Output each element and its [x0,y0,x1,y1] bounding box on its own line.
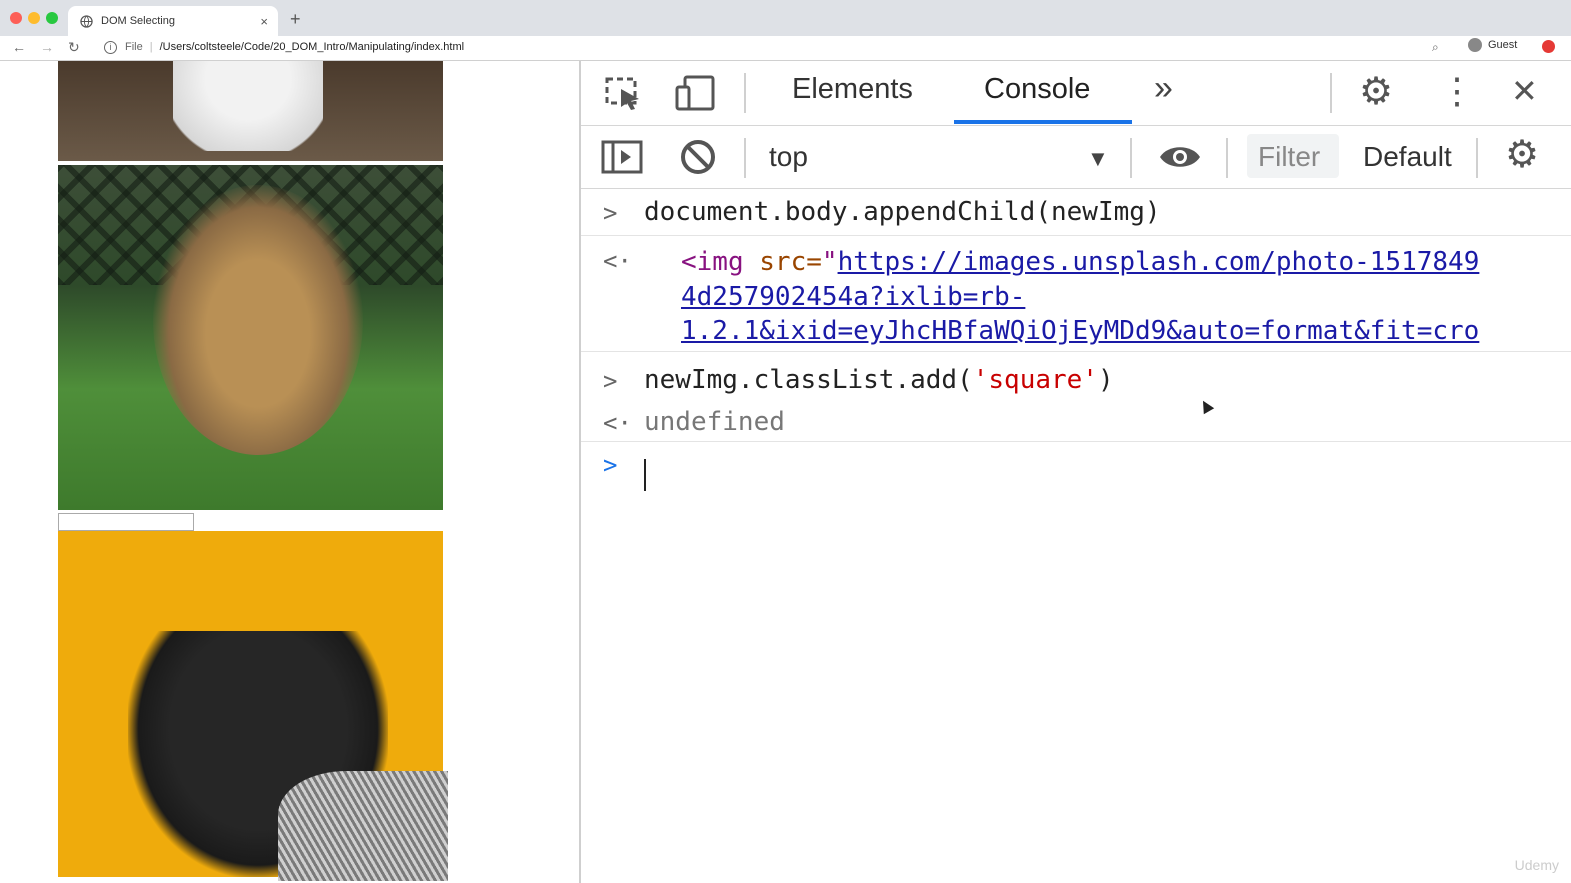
devtools-tab-bar: Elements Console » ⚙ ⋮ ✕ [581,61,1571,126]
eye-icon[interactable] [1158,142,1202,172]
input-prompt-icon: > [603,199,618,227]
img-element-result[interactable]: <img src="https://images.unsplash.com/ph… [681,247,1479,277]
console-command: document.body.appendChild(newImg) [644,197,1161,227]
output-prompt-icon: <· [603,247,632,275]
profile-label: Guest [1488,39,1518,51]
filter-placeholder: Filter [1258,141,1321,172]
input-prompt-icon: > [603,367,618,395]
pug-image [58,531,448,881]
toolbar-separator [744,73,746,113]
toolbar-separator [1330,73,1332,113]
chicken-image [58,165,443,510]
chevron-down-icon[interactable]: ▼ [1087,146,1109,172]
tab-elements[interactable]: Elements [792,73,913,106]
address-bar[interactable]: i File | /Users/coltsteele/Code/20_DOM_I… [98,37,1428,57]
reload-button[interactable]: ↻ [68,39,80,56]
console-command: newImg.classList.add('square') [644,365,1114,395]
toolbar-separator [1476,138,1478,178]
gear-icon[interactable]: ⚙ [1359,73,1393,111]
image-url-link-cont[interactable]: 4d257902454a?ixlib=rb- [681,282,1025,312]
tab-console[interactable]: Console [984,73,1090,106]
back-button[interactable]: ← [12,39,26,55]
image-url-link-cont[interactable]: 1.2.1&ixid=eyJhcHBfaWQiOjEyMDd9&auto=for… [681,316,1479,346]
active-tab-indicator [954,120,1132,124]
broken-image-placeholder [58,513,194,531]
toolbar-separator [744,138,746,178]
watermark: Udemy [1514,857,1559,873]
forward-button[interactable]: → [40,39,54,55]
minimize-window-button[interactable] [28,12,40,24]
active-prompt-icon: > [603,451,618,479]
console-input-line: > document.body.appendChild(newImg) [581,189,1571,236]
sidebar-toggle-icon[interactable] [601,140,643,174]
window-controls [10,12,58,24]
maximize-window-button[interactable] [46,12,58,24]
toolbar-separator [1226,138,1228,178]
console-result-value: undefined [644,407,785,437]
console-input-line: > newImg.classList.add('square') <· unde… [581,351,1571,442]
console-settings-gear-icon[interactable]: ⚙ [1505,136,1539,174]
tab-title: DOM Selecting [101,15,175,27]
info-icon[interactable]: i [104,40,117,54]
globe-icon [80,14,93,28]
image-url-link[interactable]: https://images.unsplash.com/photo-151784… [838,247,1480,277]
log-levels-dropdown[interactable]: Default levels [1363,141,1457,173]
clear-console-icon[interactable] [680,139,716,175]
new-tab-button[interactable]: + [290,9,301,30]
output-prompt-icon: <· [603,409,632,437]
console-input[interactable] [644,459,646,491]
toolbar-separator [1130,138,1132,178]
url-path: /Users/coltsteele/Code/20_DOM_Intro/Mani… [159,41,465,53]
close-window-button[interactable] [10,12,22,24]
console-result-line: <· <img src="https://images.unsplash.com… [581,235,1571,352]
console-toolbar: top ▼ Filter Default levels ⚙ [581,126,1571,189]
kebab-menu-icon[interactable]: ⋮ [1439,73,1475,109]
page-content [0,61,579,883]
chicken-image-top [58,61,443,161]
profile-button[interactable]: Guest [1468,38,1517,52]
browser-tab-bar: DOM Selecting × + [0,0,1571,36]
browser-toolbar: ← → ↻ i File | /Users/coltsteele/Code/20… [0,36,1571,61]
url-scheme: File [125,41,143,53]
zoom-icon[interactable]: ⌕ [1432,40,1439,55]
url-separator: | [149,41,153,53]
more-tabs-icon[interactable]: » [1154,69,1173,108]
devtools-panel: Elements Console » ⚙ ⋮ ✕ top ▼ Filter De… [581,61,1571,883]
inspect-element-icon[interactable] [605,77,643,111]
avatar [1468,38,1482,52]
close-icon[interactable]: ✕ [1511,75,1538,107]
extension-badge-icon[interactable] [1542,40,1555,53]
close-tab-icon[interactable]: × [260,14,268,29]
device-toolbar-icon[interactable] [675,75,717,111]
context-selector[interactable]: top [769,141,808,173]
browser-tab[interactable]: DOM Selecting × [68,6,278,36]
